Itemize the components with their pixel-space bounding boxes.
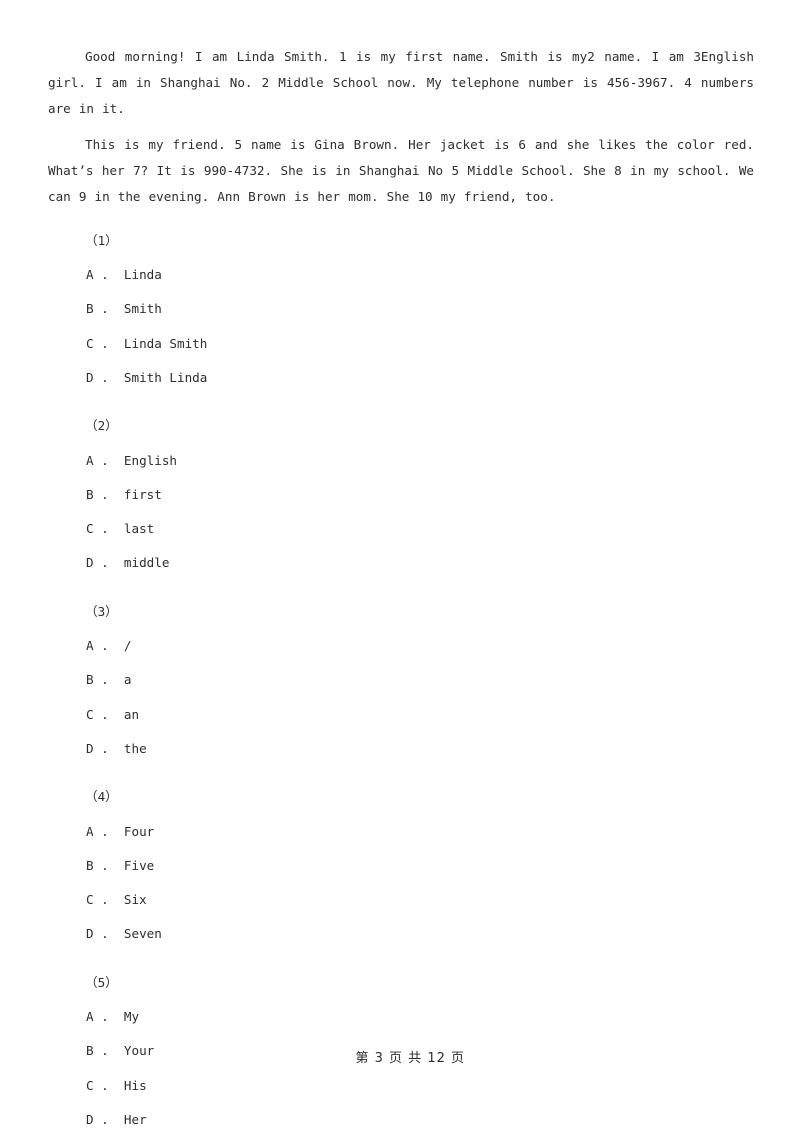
question-number-3: （3） [85, 603, 118, 619]
question-2-option-c[interactable]: C . last [86, 512, 754, 546]
question-number-1: （1） [85, 232, 118, 248]
document-page: Good morning! I am Linda Smith. 1 is my … [0, 0, 800, 1132]
question-number-5: （5） [85, 974, 118, 990]
question-5-option-a[interactable]: A . My [86, 1000, 754, 1034]
question-4-option-a[interactable]: A . Four [86, 815, 754, 849]
question-4-option-d[interactable]: D . Seven [86, 917, 754, 951]
question-3-option-c[interactable]: C . an [86, 698, 754, 732]
question-block-1: （1） A . Linda B . Smith C . Linda Smith … [48, 224, 754, 395]
question-block-3: （3） A . / B . a C . an D . the [48, 595, 754, 766]
question-1-option-b[interactable]: B . Smith [86, 292, 754, 326]
question-1-option-d[interactable]: D . Smith Linda [86, 361, 754, 395]
question-1-option-c[interactable]: C . Linda Smith [86, 327, 754, 361]
question-block-4: （4） A . Four B . Five C . Six D . Seven [48, 780, 754, 951]
reading-passage-paragraph-1: Good morning! I am Linda Smith. 1 is my … [48, 49, 754, 116]
question-block-2: （2） A . English B . first C . last D . m… [48, 409, 754, 580]
reading-passage-paragraph-2: This is my friend. 5 name is Gina Brown.… [48, 137, 754, 204]
page-footer: 第 3 页 共 12 页 [0, 1032, 800, 1081]
question-number-4: （4） [85, 789, 118, 805]
question-4-option-c[interactable]: C . Six [86, 883, 754, 917]
question-1-option-a[interactable]: A . Linda [86, 258, 754, 292]
question-2-option-d[interactable]: D . middle [86, 546, 754, 580]
question-3-option-d[interactable]: D . the [86, 732, 754, 766]
question-2-option-a[interactable]: A . English [86, 444, 754, 478]
page-number-marker: 第 3 页 共 12 页 [355, 1051, 465, 1066]
question-number-2: （2） [85, 418, 118, 434]
document-content: Good morning! I am Linda Smith. 1 is my … [48, 44, 754, 1137]
question-4-option-b[interactable]: B . Five [86, 849, 754, 883]
question-2-option-b[interactable]: B . first [86, 478, 754, 512]
question-3-option-b[interactable]: B . a [86, 663, 754, 697]
question-3-option-a[interactable]: A . / [86, 629, 754, 663]
